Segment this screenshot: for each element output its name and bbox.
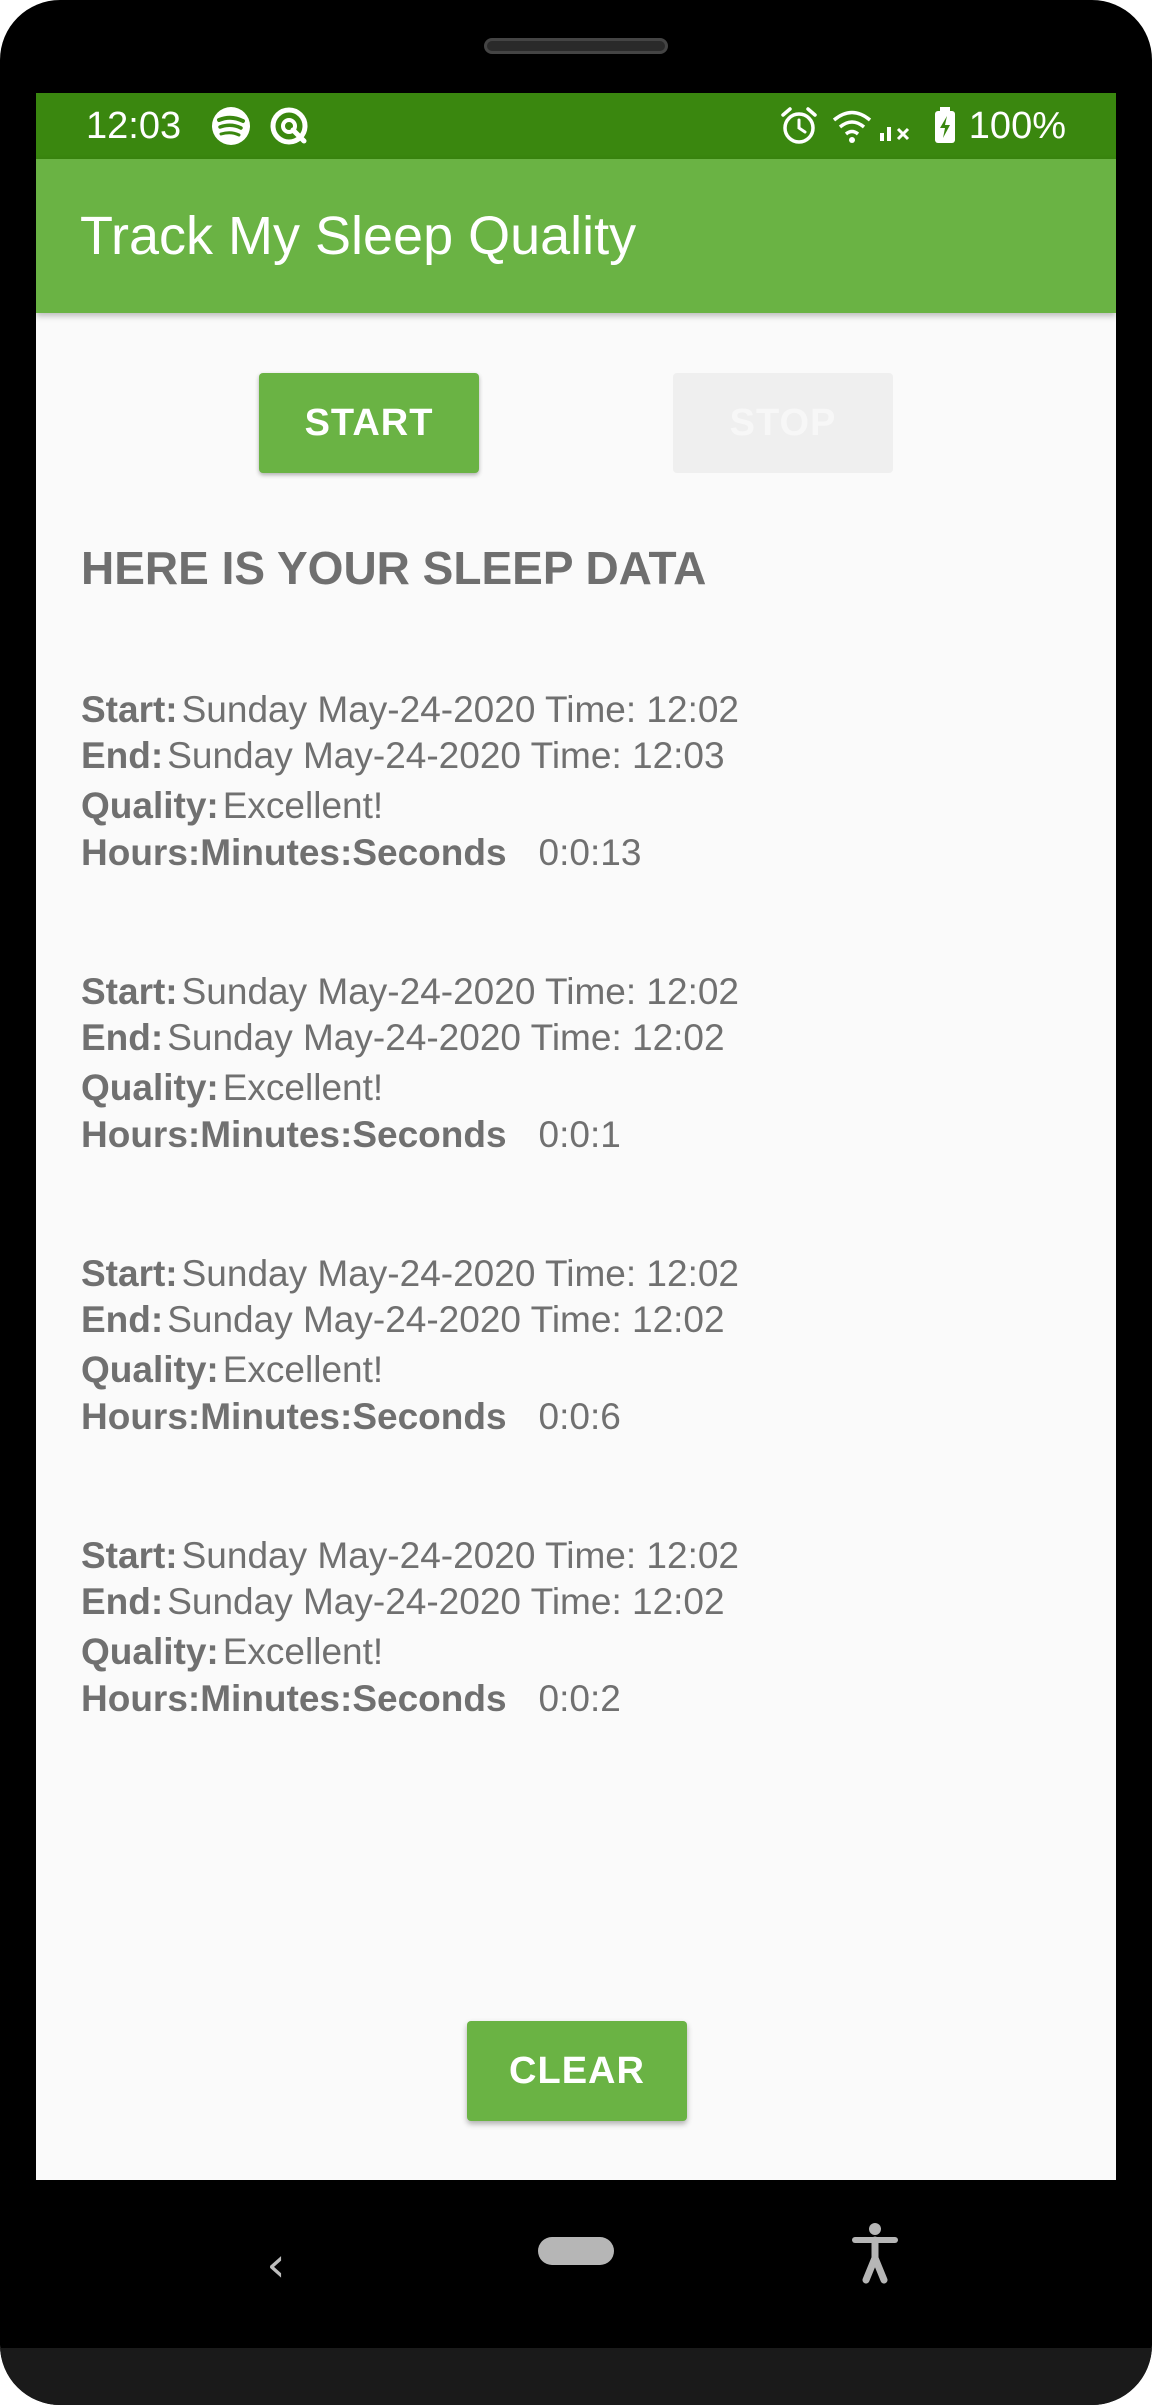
start-label: Start: bbox=[81, 1253, 178, 1294]
wifi-icon bbox=[832, 110, 872, 143]
phone-frame: 12:03 100% Track My Sleep Quality START … bbox=[0, 0, 1152, 2405]
end-value: Sunday May-24-2020 Time: 12:02 bbox=[167, 1581, 725, 1622]
app-title: Track My Sleep Quality bbox=[80, 206, 637, 266]
record-duration-line: Hours:Minutes:Seconds 0:0:6 bbox=[81, 1396, 621, 1438]
clear-button[interactable]: CLEAR bbox=[467, 2021, 687, 2121]
record-duration-line: Hours:Minutes:Seconds 0:0:13 bbox=[81, 832, 641, 874]
start-value: Sunday May-24-2020 Time: 12:02 bbox=[181, 1253, 740, 1294]
quality-label: Quality: bbox=[81, 785, 219, 826]
record-quality-line: Quality: Excellent! bbox=[81, 785, 383, 827]
record-start-line: Start: Sunday May-24-2020 Time: 12:02 bbox=[81, 1535, 739, 1577]
quality-value: Excellent! bbox=[222, 1067, 384, 1108]
quality-value: Excellent! bbox=[222, 785, 384, 826]
start-label: Start: bbox=[81, 971, 178, 1012]
record-quality-line: Quality: Excellent! bbox=[81, 1349, 383, 1391]
quality-label: Quality: bbox=[81, 1067, 219, 1108]
duration-value: 0:0:6 bbox=[538, 1396, 621, 1437]
start-label: Start: bbox=[81, 689, 178, 730]
earpiece-speaker bbox=[484, 38, 668, 54]
screen: 12:03 100% Track My Sleep Quality START … bbox=[36, 93, 1116, 2180]
record-quality-line: Quality: Excellent! bbox=[81, 1631, 383, 1673]
app-bar: Track My Sleep Quality bbox=[36, 159, 1116, 313]
start-value: Sunday May-24-2020 Time: 12:02 bbox=[181, 689, 740, 730]
quality-label: Quality: bbox=[81, 1349, 219, 1390]
stop-button[interactable]: STOP bbox=[673, 373, 893, 473]
end-label: End: bbox=[81, 735, 164, 776]
record-start-line: Start: Sunday May-24-2020 Time: 12:02 bbox=[81, 1253, 739, 1295]
battery-percentage: 100% bbox=[968, 105, 1066, 147]
duration-label: Hours:Minutes:Seconds bbox=[81, 1114, 507, 1155]
record-duration-line: Hours:Minutes:Seconds 0:0:1 bbox=[81, 1114, 621, 1156]
duration-value: 0:0:13 bbox=[538, 832, 642, 873]
record-start-line: Start: Sunday May-24-2020 Time: 12:02 bbox=[81, 971, 739, 1013]
alarm-icon bbox=[781, 107, 817, 144]
end-label: End: bbox=[81, 1017, 164, 1058]
accessibility-icon[interactable] bbox=[852, 2222, 898, 2284]
bottom-bezel bbox=[0, 2348, 1152, 2405]
duration-label: Hours:Minutes:Seconds bbox=[81, 832, 507, 873]
record-end-line: End: Sunday May-24-2020 Time: 12:02 bbox=[81, 1299, 725, 1341]
duration-label: Hours:Minutes:Seconds bbox=[81, 1396, 507, 1437]
record-duration-line: Hours:Minutes:Seconds 0:0:2 bbox=[81, 1678, 621, 1720]
duration-value: 0:0:1 bbox=[538, 1114, 621, 1155]
quality-label: Quality: bbox=[81, 1631, 219, 1672]
duration-label: Hours:Minutes:Seconds bbox=[81, 1678, 507, 1719]
quality-value: Excellent! bbox=[222, 1349, 384, 1390]
signal-no-data-icon bbox=[880, 127, 910, 141]
record-end-line: End: Sunday May-24-2020 Time: 12:02 bbox=[81, 1017, 725, 1059]
status-bar: 12:03 100% bbox=[36, 93, 1116, 159]
end-value: Sunday May-24-2020 Time: 12:02 bbox=[167, 1017, 725, 1058]
duration-value: 0:0:2 bbox=[538, 1678, 621, 1719]
back-icon[interactable]: ‹ bbox=[252, 2235, 300, 2295]
quality-value: Excellent! bbox=[222, 1631, 384, 1672]
start-value: Sunday May-24-2020 Time: 12:02 bbox=[181, 971, 740, 1012]
start-value: Sunday May-24-2020 Time: 12:02 bbox=[181, 1535, 740, 1576]
navigation-bar: ‹ bbox=[0, 2180, 1152, 2350]
record-end-line: End: Sunday May-24-2020 Time: 12:02 bbox=[81, 1581, 725, 1623]
battery-charging-icon bbox=[935, 107, 955, 143]
start-button[interactable]: START bbox=[259, 373, 479, 473]
spotify-icon bbox=[212, 107, 250, 145]
end-value: Sunday May-24-2020 Time: 12:03 bbox=[167, 735, 725, 776]
record-quality-line: Quality: Excellent! bbox=[81, 1067, 383, 1109]
sync-app-icon bbox=[270, 107, 308, 145]
status-time: 12:03 bbox=[86, 105, 182, 147]
record-end-line: End: Sunday May-24-2020 Time: 12:03 bbox=[81, 735, 725, 777]
home-pill-icon[interactable] bbox=[538, 2237, 614, 2265]
end-label: End: bbox=[81, 1299, 164, 1340]
section-title: HERE IS YOUR SLEEP DATA bbox=[81, 542, 707, 594]
record-start-line: Start: Sunday May-24-2020 Time: 12:02 bbox=[81, 689, 739, 731]
start-label: Start: bbox=[81, 1535, 178, 1576]
end-value: Sunday May-24-2020 Time: 12:02 bbox=[167, 1299, 725, 1340]
end-label: End: bbox=[81, 1581, 164, 1622]
